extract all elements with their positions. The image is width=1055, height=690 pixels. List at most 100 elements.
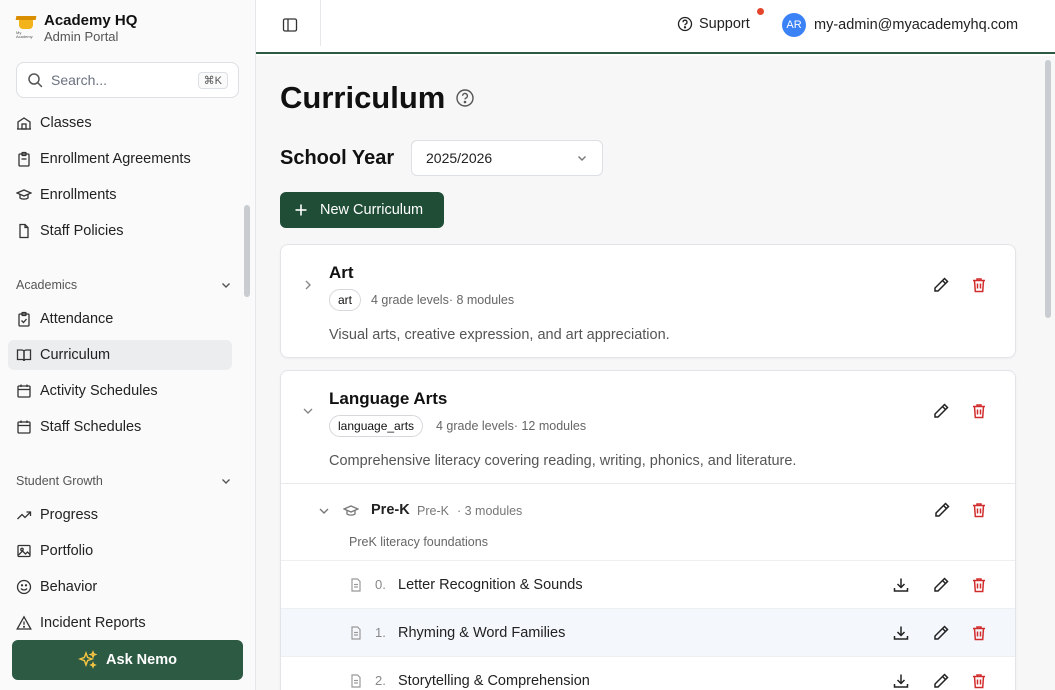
trash-icon[interactable] bbox=[970, 576, 988, 594]
section-academics[interactable]: Academics bbox=[16, 278, 232, 292]
trash-icon[interactable] bbox=[970, 276, 988, 294]
edit-pencil-icon[interactable] bbox=[932, 624, 950, 642]
user-menu[interactable]: AR my-admin@myacademyhq.com bbox=[782, 13, 1018, 37]
module-row[interactable]: 1. Rhyming & Word Families bbox=[281, 608, 1015, 656]
edit-pencil-icon[interactable] bbox=[932, 672, 950, 690]
curriculum-meta: 4 grade levels· 12 modules bbox=[436, 419, 587, 433]
help-circle-icon bbox=[677, 16, 693, 32]
sidebar-item-attendance[interactable]: Attendance bbox=[8, 304, 232, 334]
main-content: Curriculum School Year 2025/2026 New Cur… bbox=[256, 56, 1055, 690]
clipboard-icon bbox=[18, 151, 30, 167]
trash-icon[interactable] bbox=[970, 402, 988, 420]
page-title: Curriculum bbox=[280, 80, 475, 116]
edit-pencil-icon[interactable] bbox=[933, 501, 951, 519]
file-icon bbox=[19, 223, 29, 239]
sidebar-item-label: Staff Schedules bbox=[40, 419, 142, 435]
sidebar-item-label: Progress bbox=[40, 507, 99, 523]
sidebar-item-portfolio[interactable]: Portfolio bbox=[8, 536, 232, 566]
topbar-divider bbox=[320, 0, 321, 46]
sidebar-item-classes[interactable]: Classes bbox=[8, 110, 232, 138]
file-text-icon bbox=[351, 674, 361, 688]
download-icon[interactable] bbox=[892, 576, 910, 594]
support-button[interactable]: Support bbox=[677, 16, 750, 32]
curriculum-tag: art bbox=[329, 289, 362, 311]
curriculum-description: Visual arts, creative expression, and ar… bbox=[329, 327, 670, 343]
grade-level-row[interactable]: Pre-K Pre-K · 3 modules PreK literacy fo… bbox=[281, 483, 1015, 560]
module-row[interactable]: 2. Storytelling & Comprehension bbox=[281, 656, 1015, 690]
sidebar-item-label: Enrollment Agreements bbox=[40, 151, 191, 167]
trash-icon[interactable] bbox=[970, 672, 988, 690]
sidebar-item-incident-reports[interactable]: Incident Reports bbox=[8, 608, 232, 630]
sidebar-item-staff-policies[interactable]: Staff Policies bbox=[8, 216, 232, 246]
school-year-value: 2025/2026 bbox=[426, 150, 493, 166]
new-curriculum-label: New Curriculum bbox=[320, 202, 424, 218]
sidebar: My Academy Academy HQ Admin Portal Searc… bbox=[0, 0, 256, 690]
calendar-icon bbox=[17, 384, 31, 398]
search-shortcut: ⌘K bbox=[197, 71, 228, 89]
sidebar-item-activity-schedules[interactable]: Activity Schedules bbox=[8, 376, 232, 406]
edit-pencil-icon[interactable] bbox=[932, 276, 950, 294]
help-circle-icon[interactable] bbox=[455, 88, 475, 108]
academy-logo: My Academy bbox=[16, 14, 36, 44]
file-text-icon bbox=[351, 578, 361, 592]
sidebar-item-behavior[interactable]: Behavior bbox=[8, 572, 232, 602]
sidebar-item-enrollments[interactable]: Enrollments bbox=[8, 180, 232, 210]
sidebar-item-progress[interactable]: Progress bbox=[8, 500, 232, 530]
sidebar-item-label: Behavior bbox=[40, 579, 98, 595]
sidebar-item-label: Attendance bbox=[40, 311, 114, 327]
edit-pencil-icon[interactable] bbox=[932, 576, 950, 594]
trash-icon[interactable] bbox=[970, 624, 988, 642]
sidebar-item-label: Incident Reports bbox=[40, 615, 146, 630]
plus-icon bbox=[295, 204, 307, 216]
brand-title: Academy HQ bbox=[44, 12, 138, 29]
section-student-growth[interactable]: Student Growth bbox=[16, 474, 232, 488]
search-icon bbox=[28, 73, 43, 88]
chevron-down-icon[interactable] bbox=[317, 504, 331, 518]
search-placeholder: Search... bbox=[51, 72, 108, 88]
grade-level-description: PreK literacy foundations bbox=[349, 535, 488, 549]
school-year-select[interactable]: 2025/2026 bbox=[411, 140, 603, 176]
curriculum-tag: language_arts bbox=[329, 415, 424, 437]
file-text-icon bbox=[351, 626, 361, 640]
curriculum-name: Art bbox=[329, 263, 354, 282]
trash-icon[interactable] bbox=[970, 501, 988, 519]
school-year-label: School Year bbox=[280, 147, 395, 169]
graduation-cap-icon bbox=[343, 505, 359, 516]
sidebar-scrollbar[interactable] bbox=[244, 205, 250, 297]
sidebar-item-label: Classes bbox=[40, 115, 92, 131]
smile-icon bbox=[16, 579, 32, 595]
curriculum-card-language-arts: Language Arts language_arts 4 grade leve… bbox=[280, 370, 1016, 690]
edit-pencil-icon[interactable] bbox=[932, 402, 950, 420]
sidebar-item-curriculum[interactable]: Curriculum bbox=[8, 340, 232, 370]
alert-triangle-icon bbox=[16, 615, 32, 630]
sidebar-item-staff-schedules[interactable]: Staff Schedules bbox=[8, 412, 232, 442]
chevron-right-icon[interactable] bbox=[301, 278, 315, 292]
search-input[interactable]: Search... ⌘K bbox=[16, 62, 239, 98]
brand[interactable]: My Academy Academy HQ Admin Portal bbox=[16, 12, 137, 45]
main-scrollbar[interactable] bbox=[1045, 60, 1051, 318]
image-icon bbox=[17, 544, 31, 558]
grade-level-name: Pre-K bbox=[371, 502, 410, 518]
new-curriculum-button[interactable]: New Curriculum bbox=[280, 192, 444, 228]
avatar: AR bbox=[782, 13, 806, 37]
download-icon[interactable] bbox=[892, 624, 910, 642]
curriculum-card-art: Art art 4 grade levels· 8 modules Visual… bbox=[280, 244, 1016, 358]
user-email: my-admin@myacademyhq.com bbox=[814, 17, 1019, 33]
brand-subtitle: Admin Portal bbox=[44, 29, 119, 44]
module-number: 0. bbox=[375, 577, 386, 592]
book-open-icon bbox=[16, 349, 32, 362]
ask-nemo-button[interactable]: Ask Nemo bbox=[12, 640, 243, 680]
sidebar-item-label: Curriculum bbox=[40, 347, 111, 363]
chevron-down-icon[interactable] bbox=[301, 404, 315, 418]
sidebar-toggle-icon[interactable] bbox=[282, 17, 298, 33]
curriculum-meta: 4 grade levels· 8 modules bbox=[371, 293, 515, 307]
sidebar-item-enrollment-agreements[interactable]: Enrollment Agreements bbox=[8, 144, 232, 174]
trending-up-icon bbox=[17, 511, 32, 520]
sidebar-nav: Classes Enrollment Agreements Enrollment… bbox=[8, 110, 240, 630]
module-row[interactable]: 0. Letter Recognition & Sounds bbox=[281, 560, 1015, 608]
section-label: Student Growth bbox=[16, 474, 103, 488]
chevron-down-icon bbox=[222, 479, 230, 484]
download-icon[interactable] bbox=[892, 672, 910, 690]
sparkles-icon bbox=[78, 650, 98, 669]
chevron-down-icon bbox=[578, 156, 586, 161]
